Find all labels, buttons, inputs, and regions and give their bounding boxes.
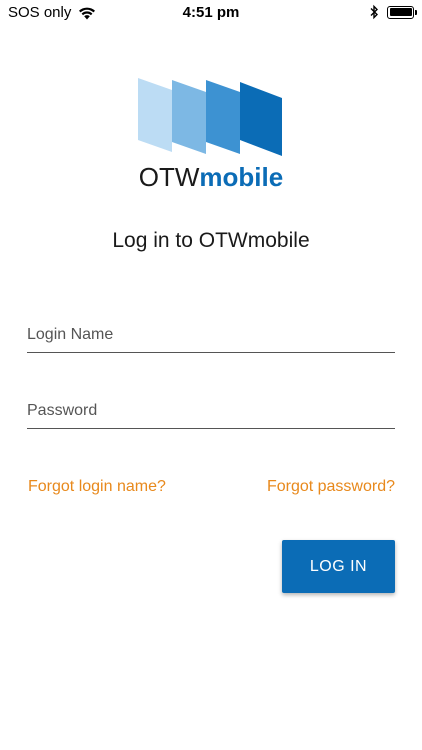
login-name-field	[27, 317, 395, 353]
login-screen: SOS only 4:51 pm OTWmobile Log in to OTW…	[0, 0, 422, 750]
logo-wordmark: OTWmobile	[0, 162, 422, 192]
login-name-input[interactable]	[27, 317, 395, 352]
page-title: Log in to OTWmobile	[112, 229, 310, 252]
status-bar: SOS only 4:51 pm	[0, 0, 422, 26]
status-time: 4:51 pm	[182, 4, 240, 21]
forgot-login-name-link[interactable]: Forgot login name?	[28, 478, 166, 496]
bluetooth-icon	[369, 4, 379, 20]
battery-icon	[387, 5, 417, 19]
password-field	[27, 393, 395, 429]
logo-mark-icon	[138, 78, 284, 158]
logo-wordmark-mobile: mobile	[199, 162, 284, 192]
login-button[interactable]: LOG IN	[282, 540, 395, 593]
password-input[interactable]	[27, 393, 395, 428]
logo-wordmark-otw: OTW	[138, 162, 200, 192]
forgot-password-link[interactable]: Forgot password?	[267, 478, 395, 496]
status-right	[369, 4, 417, 20]
